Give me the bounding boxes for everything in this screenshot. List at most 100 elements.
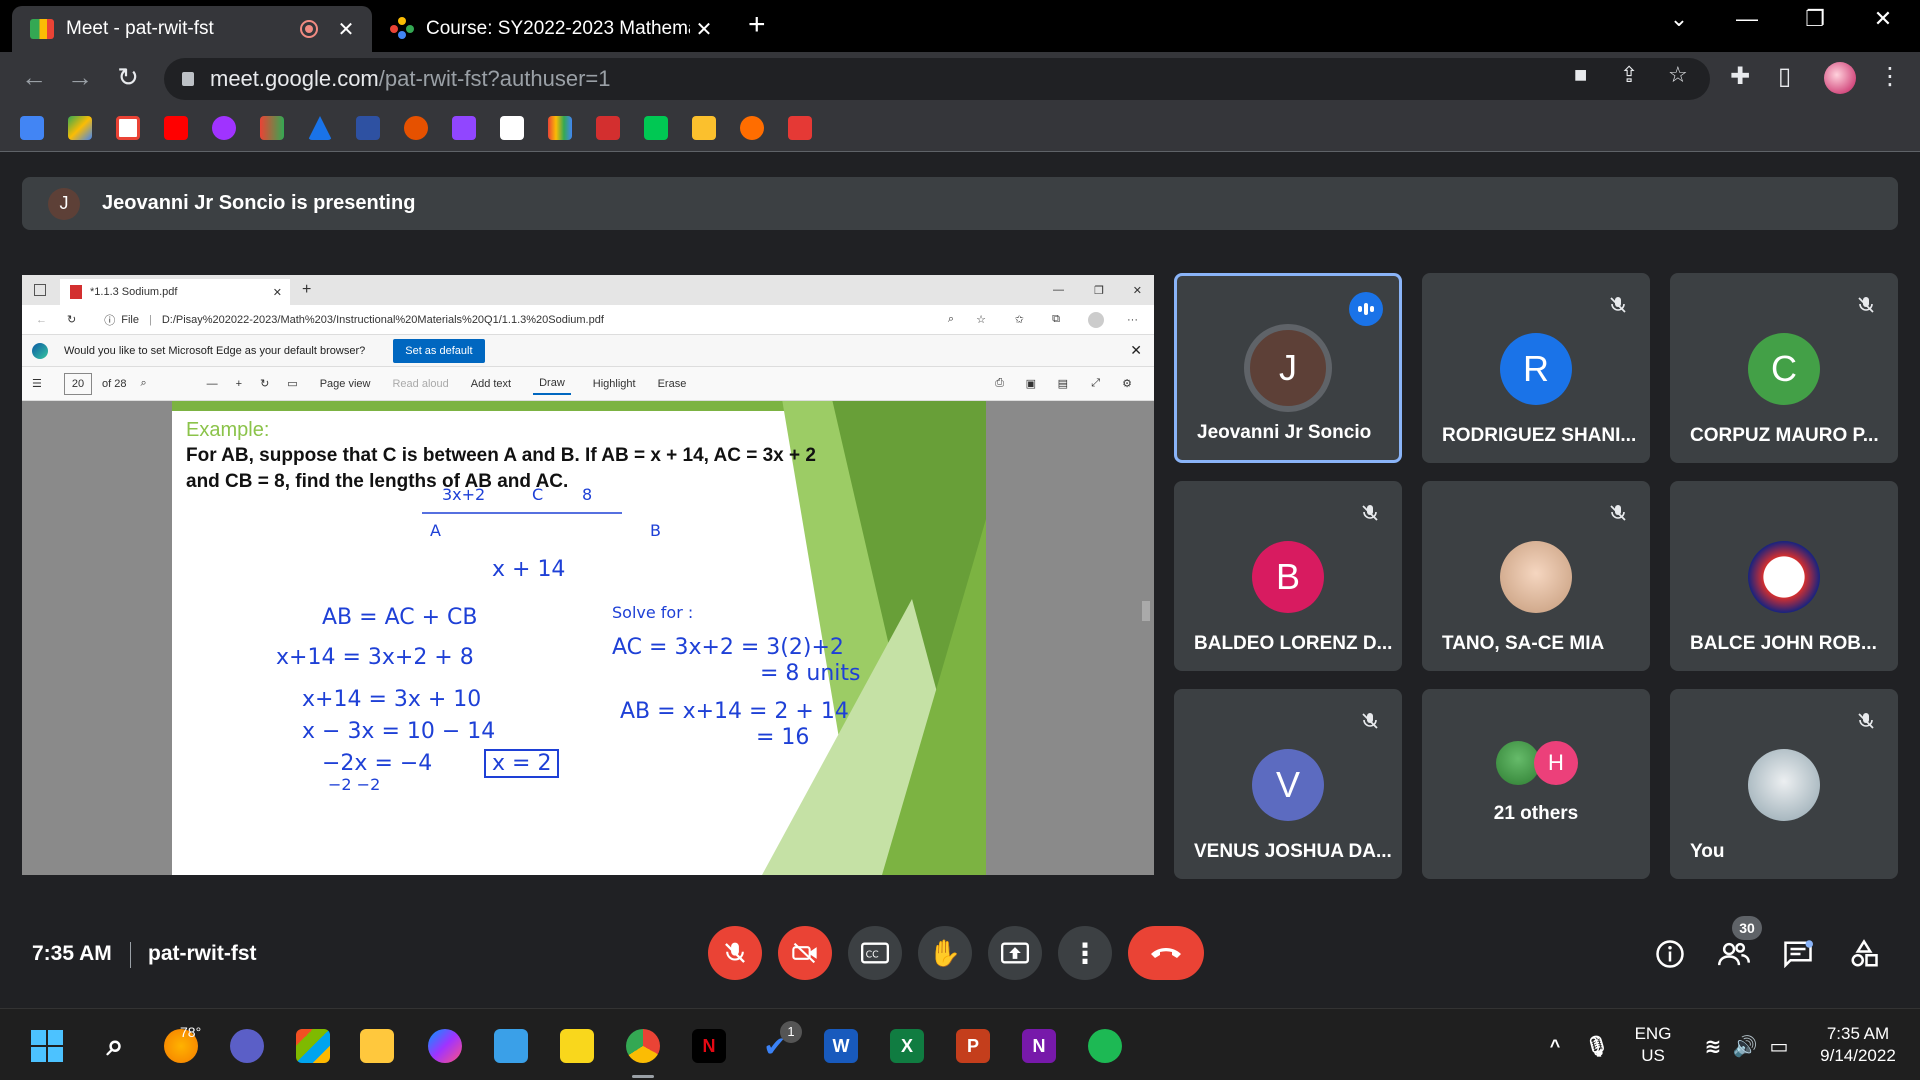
notepad-icon[interactable] xyxy=(494,1029,528,1063)
pdf-viewport[interactable]: Example: For AB, suppose that C is betwe… xyxy=(22,401,1154,875)
meeting-details-button[interactable] xyxy=(1652,936,1688,972)
zoom-icon[interactable]: ⌕ xyxy=(948,313,954,326)
zoom-in-icon[interactable]: + xyxy=(236,378,242,390)
chrome-menu-icon[interactable]: ⋮ xyxy=(1878,62,1902,91)
edge-pdf-tab[interactable]: *1.1.3 Sodium.pdf ✕ xyxy=(60,279,290,305)
wifi-icon[interactable]: ≋ xyxy=(1696,1029,1730,1063)
clock[interactable]: 7:35 AM 9/14/2022 xyxy=(1800,1023,1916,1067)
reload-icon[interactable]: ↻ xyxy=(110,62,146,93)
page-number-input[interactable]: 20 xyxy=(64,372,92,395)
c-app-icon[interactable] xyxy=(644,116,668,140)
others-tile[interactable]: H 21 others xyxy=(1422,689,1650,879)
meeting-code[interactable]: pat-rwit-fst xyxy=(148,942,257,966)
search-icon[interactable]: ⌕ xyxy=(98,1029,132,1063)
share-icon[interactable]: ⇪ xyxy=(1620,62,1638,88)
gear-orange-icon[interactable] xyxy=(740,116,764,140)
forward-icon[interactable]: → xyxy=(62,62,98,93)
extensions-puzzle-icon[interactable]: ✚ xyxy=(1730,62,1750,91)
youtube-icon[interactable] xyxy=(164,116,188,140)
more-options-button[interactable]: ⋮ xyxy=(1058,926,1112,980)
input-language[interactable]: ENG US xyxy=(1630,1023,1676,1067)
captions-button[interactable]: CC xyxy=(848,926,902,980)
minimize-icon[interactable]: — xyxy=(1722,6,1772,32)
contents-icon[interactable]: ☰ xyxy=(32,377,42,390)
settings-gear-icon[interactable]: ⚙ xyxy=(1122,377,1132,390)
bookmark-star-icon[interactable]: ☆ xyxy=(1668,62,1688,88)
profile-avatar[interactable] xyxy=(1824,62,1856,94)
back-icon[interactable]: ← xyxy=(16,62,52,93)
save-as-icon[interactable]: ▤ xyxy=(1058,377,1068,390)
sy-app-icon[interactable] xyxy=(788,116,812,140)
self-tile[interactable]: You xyxy=(1670,689,1898,879)
camera-in-use-icon[interactable]: ■ xyxy=(1574,62,1587,88)
gmail-icon[interactable] xyxy=(116,116,140,140)
arrow-app-icon[interactable] xyxy=(308,116,332,140)
highlight-button[interactable]: Highlight xyxy=(593,378,636,390)
volume-icon[interactable]: 🔊 xyxy=(1728,1029,1762,1063)
leave-call-button[interactable] xyxy=(1128,926,1204,980)
activities-button[interactable] xyxy=(1846,936,1882,972)
raise-hand-button[interactable]: ✋ xyxy=(918,926,972,980)
participant-tile[interactable]: B BALDEO LORENZ D... xyxy=(1174,481,1402,671)
mic-toggle-button[interactable] xyxy=(708,926,762,980)
chat-button[interactable] xyxy=(1780,936,1816,972)
back-icon[interactable]: ← xyxy=(36,314,47,326)
chrome-icon[interactable] xyxy=(626,1029,660,1063)
read-aloud-button[interactable]: Read aloud xyxy=(392,378,448,390)
new-tab-icon[interactable]: + xyxy=(748,8,766,42)
sticky-notes-icon[interactable] xyxy=(560,1029,594,1063)
file-explorer-icon[interactable] xyxy=(360,1029,394,1063)
participant-tile[interactable]: C CORPUZ MAURO P... xyxy=(1670,273,1898,463)
edge-menu-icon[interactable]: ··· xyxy=(1127,314,1138,326)
twitch-icon[interactable] xyxy=(452,116,476,140)
restore-icon[interactable]: ❐ xyxy=(1094,284,1104,297)
close-infobar-icon[interactable]: ✕ xyxy=(1130,342,1142,359)
participant-tile[interactable]: R RODRIGUEZ SHANI... xyxy=(1422,273,1650,463)
google-translate-icon[interactable] xyxy=(20,116,44,140)
new-tab-icon[interactable]: + xyxy=(302,281,311,299)
collections-icon[interactable]: ⧉ xyxy=(1052,313,1060,326)
zoom-out-icon[interactable]: — xyxy=(207,378,218,390)
tab-meet[interactable]: Meet - pat-rwit-fst ✕ xyxy=(12,6,372,52)
microphone-icon[interactable]: 🎙 xyxy=(1580,1029,1614,1063)
shared-screen[interactable]: *1.1.3 Sodium.pdf ✕ + — ❐ ✕ ← ↻ ⓘ File |… xyxy=(22,275,1154,875)
color-grid-icon[interactable] xyxy=(548,116,572,140)
excel-icon[interactable]: X xyxy=(890,1029,924,1063)
read-mode-icon[interactable]: ☆ xyxy=(976,313,986,326)
print-icon[interactable]: ⎙ xyxy=(995,377,1004,390)
powerpoint-icon[interactable]: P xyxy=(956,1029,990,1063)
side-panel-icon[interactable]: ▯ xyxy=(1778,62,1791,91)
battery-icon[interactable]: ▭ xyxy=(1762,1029,1796,1063)
reload-icon[interactable]: ↻ xyxy=(67,313,76,326)
t-app-icon[interactable] xyxy=(500,116,524,140)
tab-search-chevron-icon[interactable]: ⌄ xyxy=(1654,6,1704,32)
close-window-icon[interactable]: ✕ xyxy=(1858,6,1908,32)
spotify-icon[interactable] xyxy=(1088,1029,1122,1063)
tab-course[interactable]: Course: SY2022-2023 Mathemati ✕ xyxy=(380,6,730,52)
restore-icon[interactable]: ❐ xyxy=(1790,6,1840,32)
messenger-icon[interactable] xyxy=(212,116,236,140)
erase-button[interactable]: Erase xyxy=(658,378,687,390)
set-default-button[interactable]: Set as default xyxy=(393,338,485,363)
chevron-up-icon[interactable]: ^ xyxy=(1538,1029,1572,1063)
messenger-icon[interactable] xyxy=(428,1029,462,1063)
present-button[interactable] xyxy=(988,926,1042,980)
file-path[interactable]: D:/Pisay%202022-2023/Math%203/Instructio… xyxy=(162,314,604,326)
close-tab-icon[interactable]: ✕ xyxy=(690,17,718,42)
address-bar[interactable]: meet.google.com/pat-rwit-fst?authuser=1 xyxy=(164,58,1710,100)
netflix-icon[interactable]: N xyxy=(692,1029,726,1063)
pdf-scrollbar[interactable] xyxy=(1142,601,1150,621)
google-drive-icon[interactable] xyxy=(68,116,92,140)
minimize-icon[interactable]: — xyxy=(1053,284,1064,296)
fit-page-icon[interactable]: ▭ xyxy=(287,377,297,390)
rotate-icon[interactable]: ↻ xyxy=(260,377,269,390)
close-tab-icon[interactable]: ✕ xyxy=(273,286,282,299)
teams-chat-icon[interactable] xyxy=(230,1029,264,1063)
participant-tile[interactable]: TANO, SA-CE MIA xyxy=(1422,481,1650,671)
close-window-icon[interactable]: ✕ xyxy=(1133,284,1142,297)
mal-icon[interactable] xyxy=(356,116,380,140)
participant-tile[interactable]: J Jeovanni Jr Soncio xyxy=(1174,273,1402,463)
calendar-grid-icon[interactable] xyxy=(692,116,716,140)
save-icon[interactable]: ▣ xyxy=(1026,377,1036,390)
camera-toggle-button[interactable] xyxy=(778,926,832,980)
